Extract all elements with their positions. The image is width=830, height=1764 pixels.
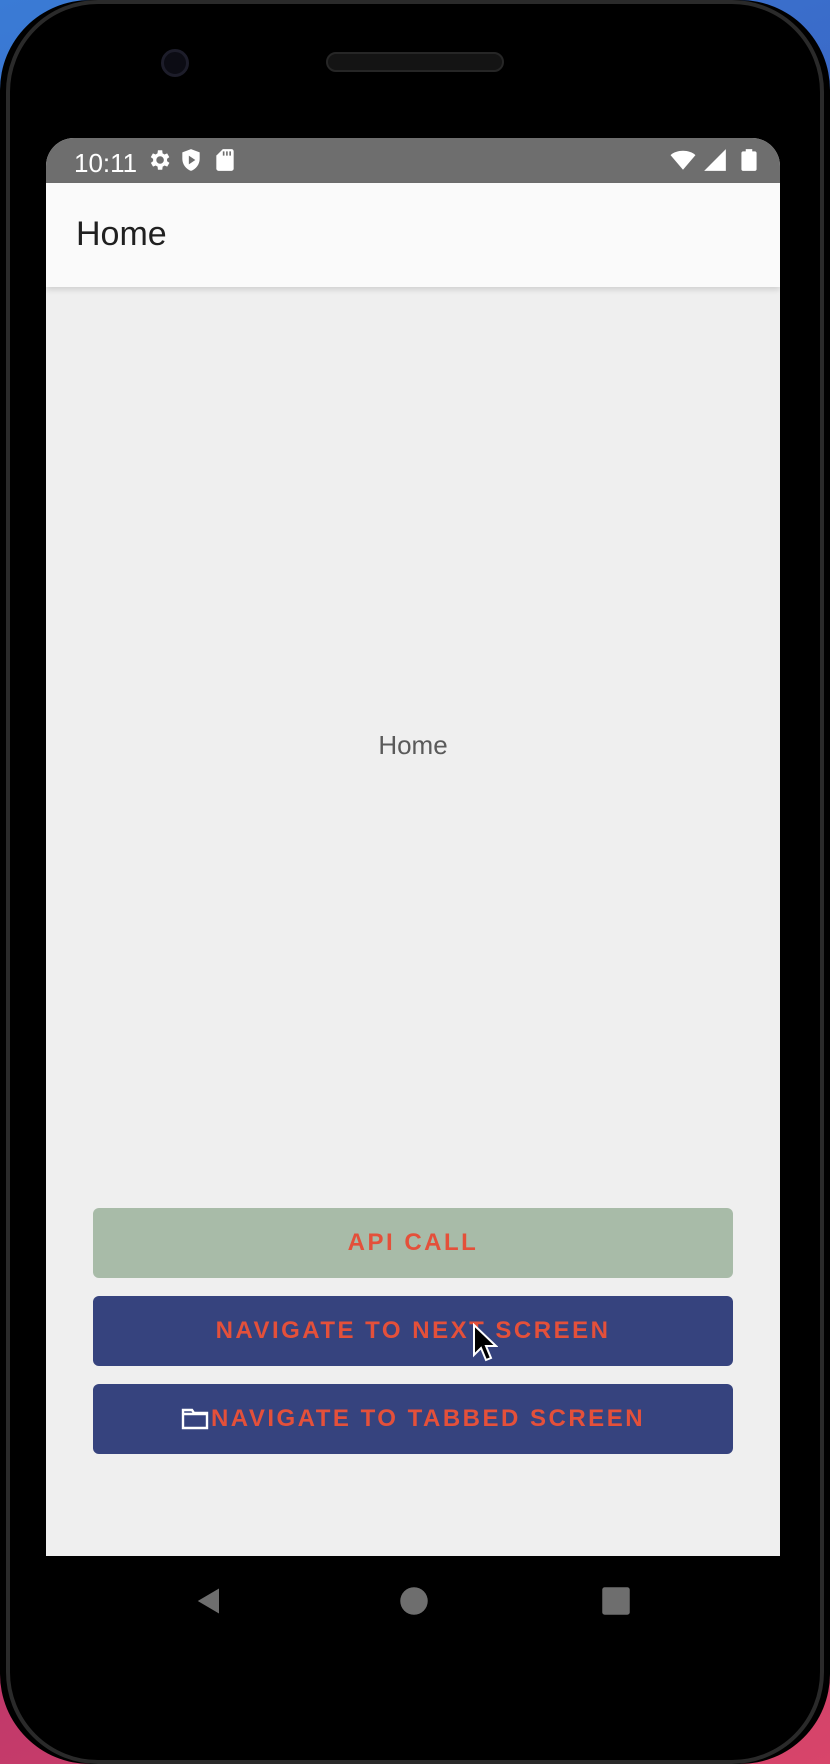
- navigate-tabbed-button-label: NAVIGATE TO TABBED SCREEN: [210, 1405, 646, 1432]
- page-title: Home: [76, 215, 167, 253]
- mouse-cursor-icon: [473, 1323, 498, 1362]
- navigate-next-button-label: NAVIGATE TO NEXT SCREEN: [215, 1317, 611, 1344]
- phone-screen: 10:11 Home Home API CALL NAVIGATE TO NEX…: [46, 138, 780, 1556]
- earpiece-speaker: [326, 52, 504, 72]
- wifi-icon: [670, 150, 696, 170]
- home-icon[interactable]: [399, 1586, 429, 1616]
- gear-icon: [150, 150, 170, 170]
- phone-frame: 10:11 Home Home API CALL NAVIGATE TO NEX…: [0, 0, 830, 1764]
- cell-signal-icon: [704, 149, 726, 171]
- app-bar: Home: [46, 183, 780, 287]
- front-camera: [161, 49, 189, 77]
- status-time: 10:11: [74, 148, 138, 178]
- battery-icon: [741, 149, 757, 171]
- navigate-tabbed-button[interactable]: NAVIGATE TO TABBED SCREEN: [93, 1384, 733, 1454]
- sd-card-icon: [216, 149, 234, 171]
- api-call-button[interactable]: API CALL: [93, 1208, 733, 1278]
- status-bar: 10:11: [46, 138, 780, 183]
- home-content-text: Home: [378, 730, 448, 760]
- back-icon[interactable]: [194, 1586, 224, 1616]
- folder-icon: [181, 1408, 209, 1430]
- shield-play-icon: [182, 149, 200, 171]
- recents-icon[interactable]: [601, 1586, 631, 1616]
- api-call-button-label: API CALL: [347, 1229, 479, 1256]
- navigate-next-button[interactable]: NAVIGATE TO NEXT SCREEN: [93, 1296, 733, 1366]
